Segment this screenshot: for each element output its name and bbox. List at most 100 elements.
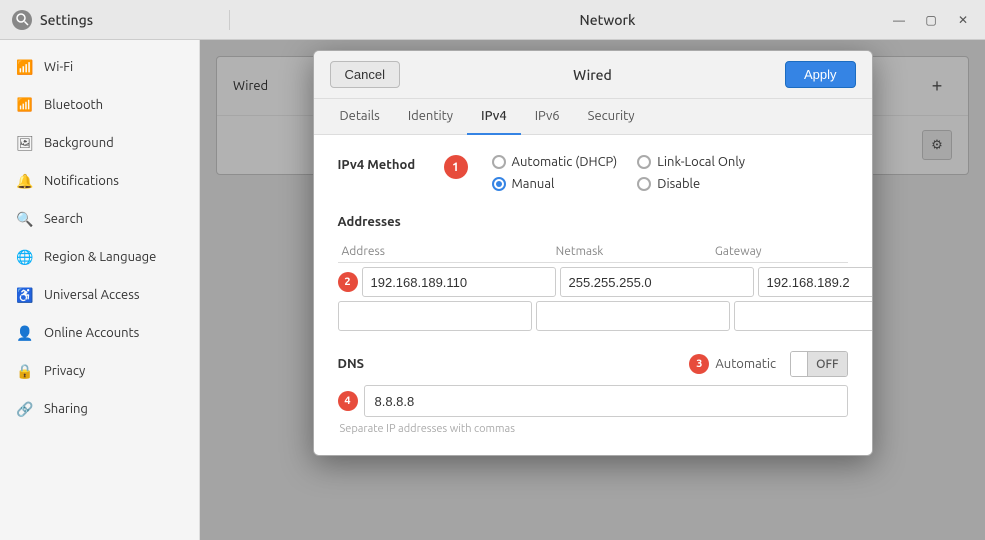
close-button[interactable]: ✕ xyxy=(949,6,977,34)
titlebar-right: Network — ▢ ✕ xyxy=(230,12,985,28)
netmask-input-1[interactable] xyxy=(560,267,754,297)
region-icon: 🌐 xyxy=(16,248,34,266)
maximize-button[interactable]: ▢ xyxy=(917,6,945,34)
dialog-header: Cancel Wired Apply xyxy=(314,51,872,99)
sidebar-item-notifications[interactable]: 🔔 Notifications xyxy=(0,162,199,200)
badge-4: 4 xyxy=(338,391,358,411)
apply-button[interactable]: Apply xyxy=(785,61,856,88)
sidebar-item-sharing[interactable]: 🔗 Sharing xyxy=(0,390,199,428)
tab-security[interactable]: Security xyxy=(574,99,649,135)
radio-dhcp-circle xyxy=(492,155,506,169)
settings-title: Settings xyxy=(40,12,93,28)
sharing-icon: 🔗 xyxy=(16,400,34,418)
radio-link-local[interactable]: Link-Local Only xyxy=(637,155,745,169)
tab-ipv6[interactable]: IPv6 xyxy=(521,99,574,135)
dns-section: DNS 3 Automatic OFF 4 xyxy=(338,351,848,435)
sidebar: 📶 Wi-Fi 📶 Bluetooth 🖼 Background 🔔 Notif… xyxy=(0,40,200,540)
gateway-input-2[interactable] xyxy=(734,301,873,331)
sidebar-item-label: Wi-Fi xyxy=(44,60,73,74)
minimize-button[interactable]: — xyxy=(885,6,913,34)
tab-ipv4[interactable]: IPv4 xyxy=(467,99,521,135)
privacy-icon: 🔒 xyxy=(16,362,34,380)
sidebar-item-label: Search xyxy=(44,212,83,226)
dialog-body: IPv4 Method 1 Automatic (DHCP) xyxy=(314,135,872,455)
radio-dhcp-label: Automatic (DHCP) xyxy=(512,155,618,169)
radio-manual[interactable]: Manual xyxy=(492,177,618,191)
tab-identity[interactable]: Identity xyxy=(394,99,467,135)
main-layout: 📶 Wi-Fi 📶 Bluetooth 🖼 Background 🔔 Notif… xyxy=(0,40,985,540)
radio-manual-circle xyxy=(492,177,506,191)
search-icon: 🔍 xyxy=(16,210,34,228)
gateway-input-1[interactable] xyxy=(758,267,873,297)
sidebar-item-label: Sharing xyxy=(44,402,88,416)
sidebar-item-privacy[interactable]: 🔒 Privacy xyxy=(0,352,199,390)
settings-icon xyxy=(12,10,32,30)
addresses-label: Addresses xyxy=(338,215,848,229)
address-row-2 xyxy=(338,301,848,331)
radio-link-local-circle xyxy=(637,155,651,169)
radio-dhcp[interactable]: Automatic (DHCP) xyxy=(492,155,618,169)
sidebar-item-search[interactable]: 🔍 Search xyxy=(0,200,199,238)
netmask-input-2[interactable] xyxy=(536,301,730,331)
method-col-left: Automatic (DHCP) Manual xyxy=(492,155,618,191)
modal-overlay: Cancel Wired Apply Details Identity IPv4… xyxy=(200,40,985,540)
titlebar: Settings Network — ▢ ✕ xyxy=(0,0,985,40)
dns-toggle[interactable]: OFF xyxy=(790,351,847,377)
address-input-2[interactable] xyxy=(338,301,532,331)
radio-disable[interactable]: Disable xyxy=(637,177,745,191)
sidebar-item-universal[interactable]: ♿ Universal Access xyxy=(0,276,199,314)
radio-disable-label: Disable xyxy=(657,177,700,191)
sidebar-item-label: Background xyxy=(44,136,114,150)
sidebar-item-online-accounts[interactable]: 👤 Online Accounts xyxy=(0,314,199,352)
sidebar-item-label: Universal Access xyxy=(44,288,139,302)
sidebar-item-background[interactable]: 🖼 Background xyxy=(0,124,199,162)
address-row-1: 2 xyxy=(338,267,848,297)
addresses-header: Address Netmask Gateway xyxy=(338,241,848,263)
network-title: Network xyxy=(580,12,636,28)
radio-disable-circle xyxy=(637,177,651,191)
ipv4-method-section: IPv4 Method 1 Automatic (DHCP) xyxy=(338,155,848,191)
badge-2: 2 xyxy=(338,272,358,292)
notifications-icon: 🔔 xyxy=(16,172,34,190)
wifi-icon: 📶 xyxy=(16,58,34,76)
ipv4-method-label: IPv4 Method xyxy=(338,155,428,172)
sidebar-item-label: Online Accounts xyxy=(44,326,139,340)
titlebar-left: Settings xyxy=(0,10,230,30)
method-col-right: Link-Local Only Disable xyxy=(637,155,745,191)
content-area: Wired + ⚙ Cancel Wired Apply xyxy=(200,40,985,540)
badge-3: 3 xyxy=(689,354,709,374)
toggle-off-side[interactable]: OFF xyxy=(808,352,846,376)
sidebar-item-label: Notifications xyxy=(44,174,119,188)
dns-auto-label: Automatic xyxy=(715,357,776,371)
sidebar-item-label: Privacy xyxy=(44,364,85,378)
dialog-title: Wired xyxy=(408,67,777,83)
dns-header: DNS 3 Automatic OFF xyxy=(338,351,848,377)
cancel-button[interactable]: Cancel xyxy=(330,61,400,88)
addresses-section: Addresses Address Netmask Gateway 2 xyxy=(338,215,848,331)
radio-manual-label: Manual xyxy=(512,177,555,191)
dialog-tabs: Details Identity IPv4 IPv6 Security xyxy=(314,99,872,135)
dns-input[interactable] xyxy=(364,385,848,417)
gateway-col-header: Gateway xyxy=(659,245,818,258)
window-controls: — ▢ ✕ xyxy=(885,6,985,34)
radio-link-local-label: Link-Local Only xyxy=(657,155,745,169)
address-input-1[interactable] xyxy=(362,267,556,297)
method-options: Automatic (DHCP) Manual Link xyxy=(492,155,746,191)
address-col-header: Address xyxy=(338,245,501,258)
tab-details[interactable]: Details xyxy=(326,99,394,135)
toggle-on-side[interactable] xyxy=(791,352,808,376)
sidebar-item-label: Bluetooth xyxy=(44,98,103,112)
online-accounts-icon: 👤 xyxy=(16,324,34,342)
universal-icon: ♿ xyxy=(16,286,34,304)
bluetooth-icon: 📶 xyxy=(16,96,34,114)
sidebar-item-region[interactable]: 🌐 Region & Language xyxy=(0,238,199,276)
sidebar-item-wifi[interactable]: 📶 Wi-Fi xyxy=(0,48,199,86)
wired-dialog: Cancel Wired Apply Details Identity IPv4… xyxy=(313,50,873,456)
dns-hint: Separate IP addresses with commas xyxy=(338,423,515,435)
netmask-col-header: Netmask xyxy=(500,245,659,258)
sidebar-item-label: Region & Language xyxy=(44,250,156,264)
background-icon: 🖼 xyxy=(16,134,34,152)
badge-1: 1 xyxy=(444,155,468,179)
sidebar-item-bluetooth[interactable]: 📶 Bluetooth xyxy=(0,86,199,124)
dns-label: DNS xyxy=(338,357,690,371)
